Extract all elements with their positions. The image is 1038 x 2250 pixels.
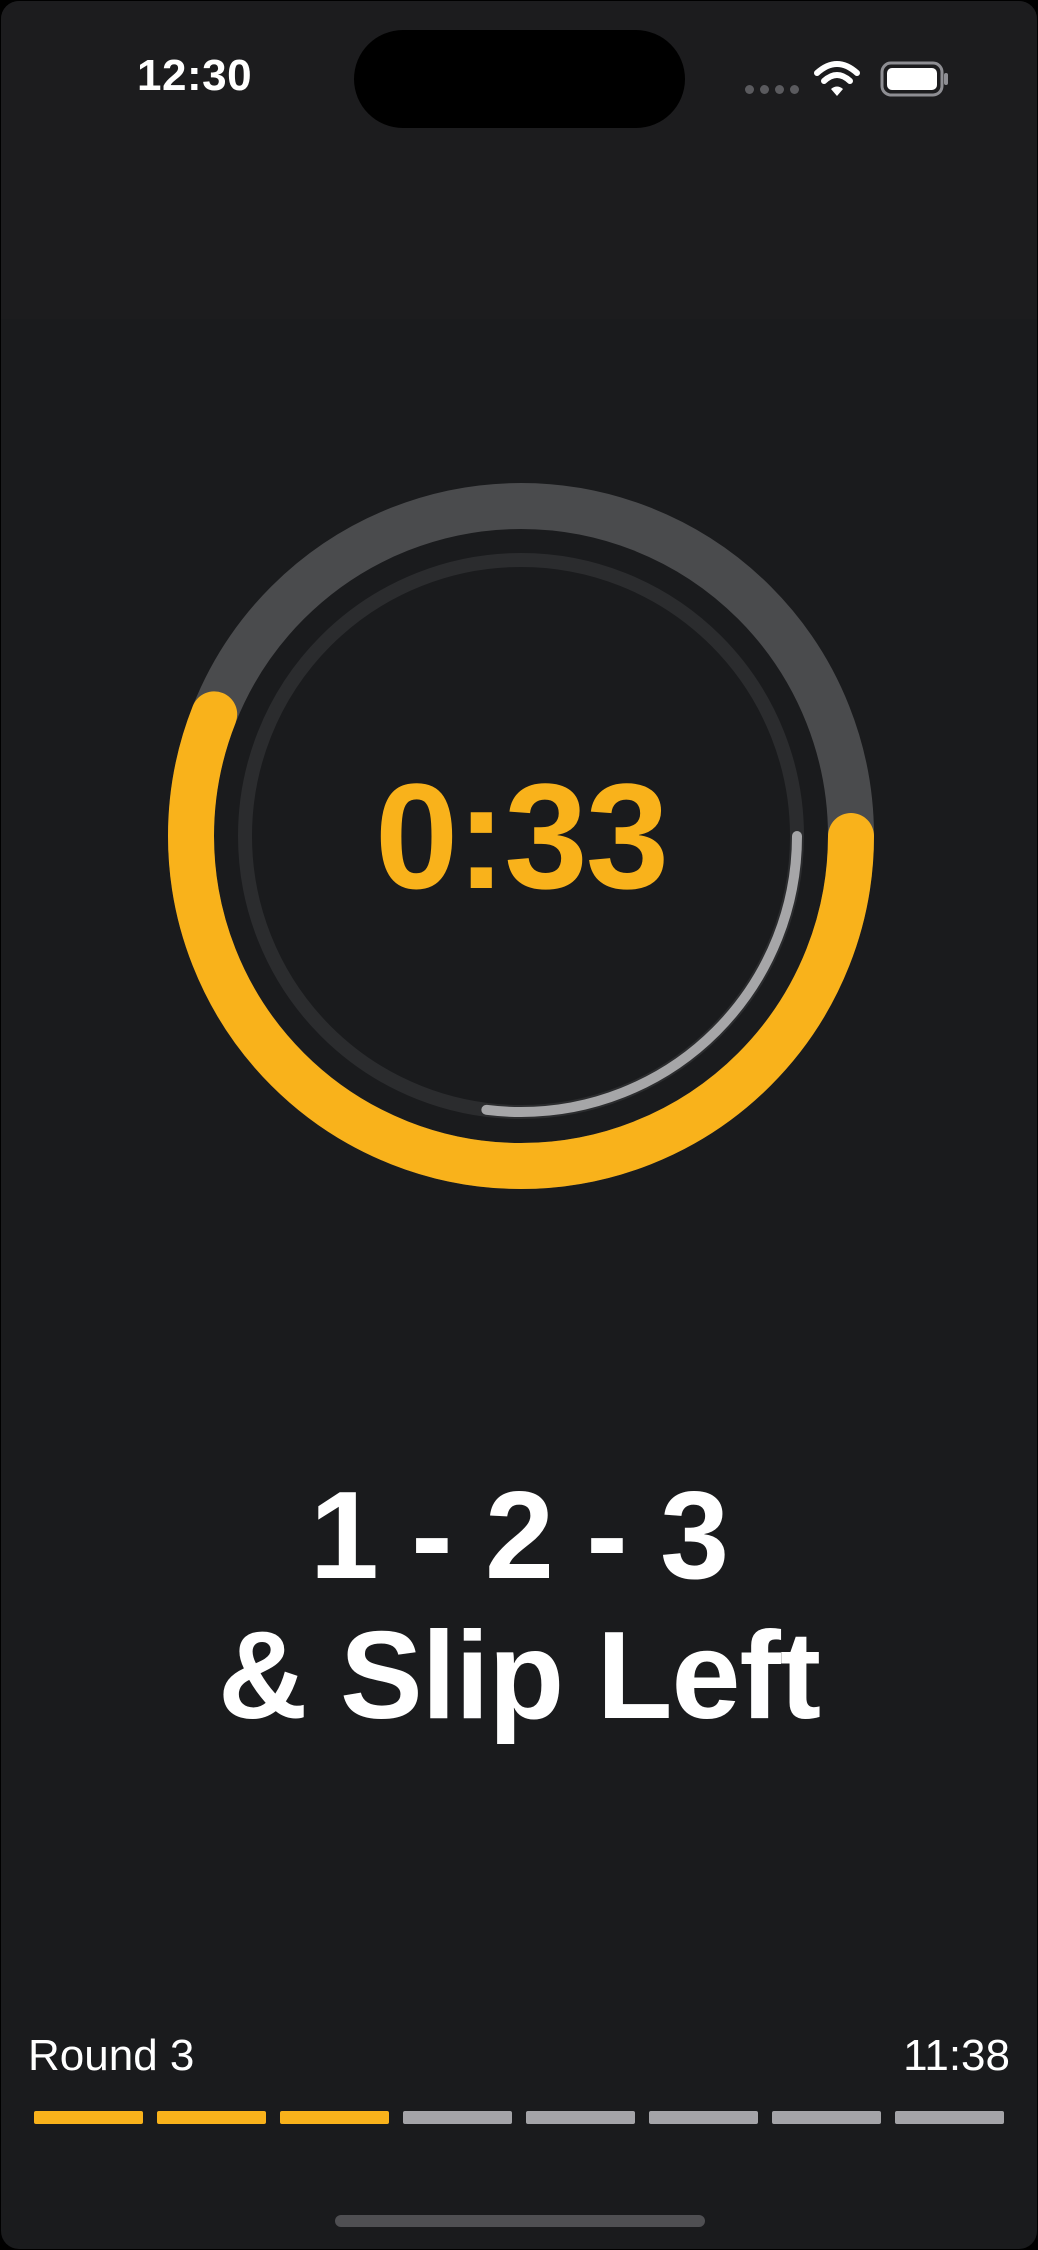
- cellular-signal-icon: [745, 85, 799, 94]
- battery-icon: [880, 61, 948, 97]
- total-time: 11:38: [903, 2031, 1010, 2080]
- round-segment: [895, 2111, 1004, 2124]
- combo-line-1: 1 - 2 - 3: [309, 1467, 729, 1605]
- combo-line-2: & Slip Left: [217, 1607, 821, 1745]
- home-indicator: [335, 2215, 705, 2227]
- round-segment: [280, 2111, 389, 2124]
- wifi-icon: [814, 61, 860, 96]
- combo-instruction: 1 - 2 - 3 & Slip Left: [1, 1466, 1037, 1746]
- round-segment: [403, 2111, 512, 2124]
- round-segment: [526, 2111, 635, 2124]
- round-segment: [34, 2111, 143, 2124]
- status-time: 12:30: [137, 51, 253, 100]
- app-screen: 12:30 0:33 1 - 2 - 3 & Slip Left Round 3…: [1, 1, 1037, 2249]
- round-label: Round 3: [28, 2031, 195, 2080]
- round-segment: [157, 2111, 266, 2124]
- round-segment: [772, 2111, 881, 2124]
- dynamic-island: [354, 30, 685, 128]
- timer-value: 0:33: [374, 752, 669, 920]
- round-progress-bar: [34, 2111, 1004, 2124]
- status-bar: 12:30: [1, 1, 1037, 319]
- round-segment: [649, 2111, 758, 2124]
